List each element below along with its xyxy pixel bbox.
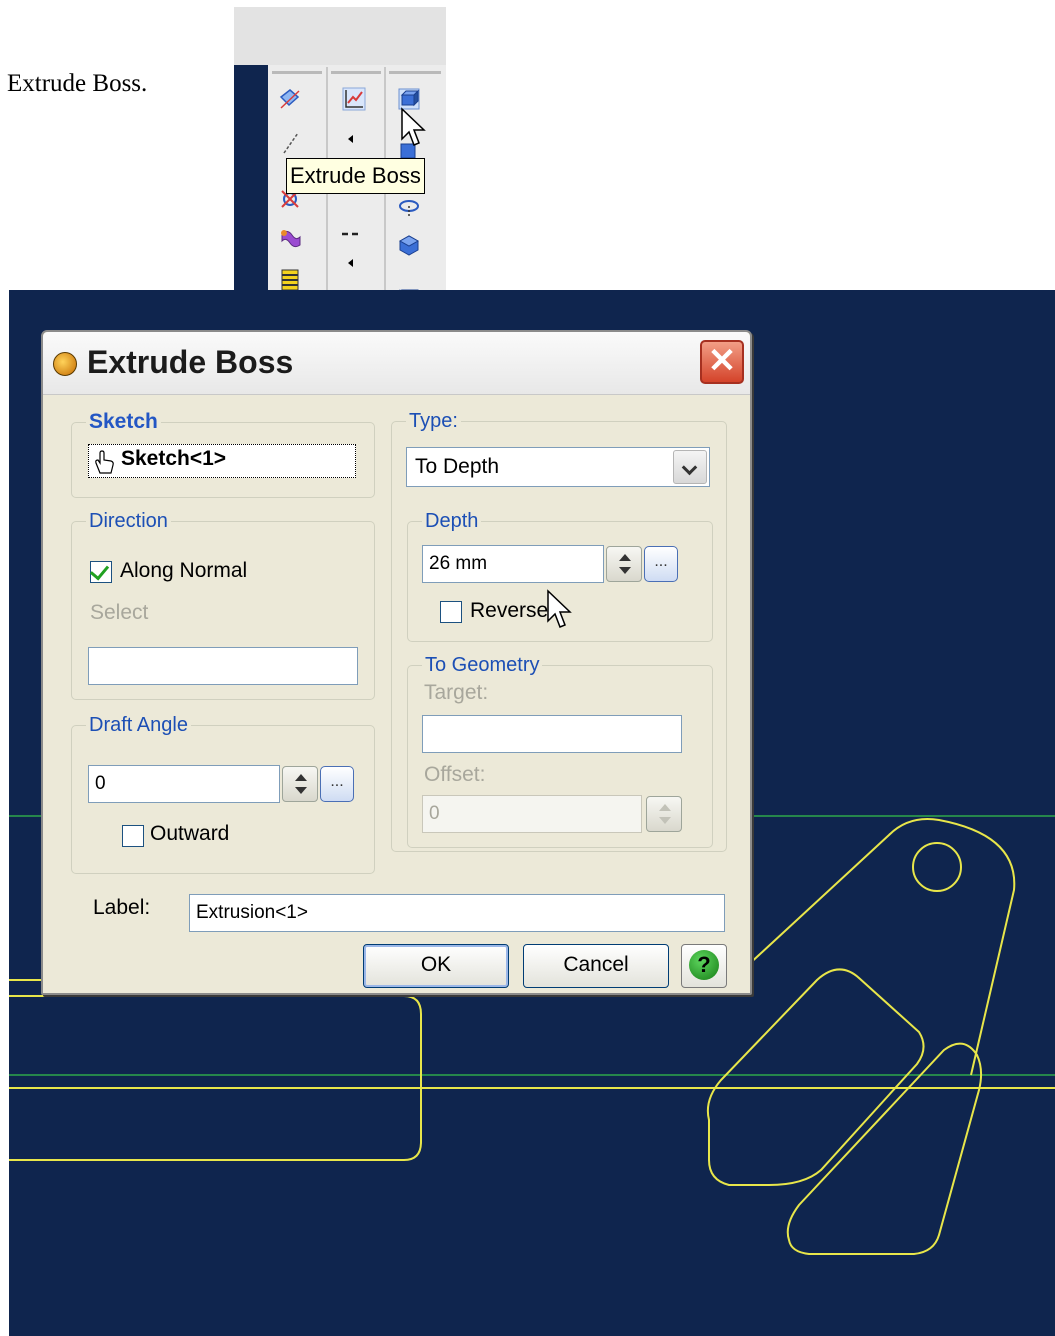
dialog-title: Extrude Boss — [87, 344, 294, 380]
to-geometry-legend: To Geometry — [425, 654, 540, 676]
reverse-label: Reverse — [470, 599, 549, 622]
chevron-down-icon[interactable] — [673, 450, 707, 484]
type-dropdown-value: To Depth — [415, 455, 500, 478]
sketch-pocket-upper — [706, 968, 925, 1186]
plane-icon[interactable] — [278, 87, 302, 111]
sketch-group: Sketch Sketch<1> — [71, 410, 375, 498]
offset-spinner[interactable] — [646, 796, 682, 832]
offset-label: Offset: — [424, 763, 486, 786]
along-normal-label: Along Normal — [120, 559, 248, 582]
sketch-icon[interactable] — [342, 87, 366, 111]
depth-browse-button[interactable]: ... — [644, 546, 678, 582]
toolbar-viewport-strip — [234, 65, 268, 313]
mouse-cursor-icon — [547, 589, 572, 628]
draft-angle-spinner[interactable] — [282, 766, 318, 802]
target-input[interactable] — [422, 715, 682, 753]
draft-angle-legend: Draft Angle — [89, 714, 188, 736]
sketch-hole — [912, 842, 962, 892]
help-button[interactable]: ? — [681, 944, 727, 988]
sketch-value: Sketch<1> — [121, 447, 227, 470]
type-dropdown[interactable]: To Depth — [406, 447, 710, 487]
select-input[interactable] — [88, 647, 358, 685]
cancel-button[interactable]: Cancel — [523, 944, 669, 988]
to-geometry-group: To Geometry Target: Offset: 0 — [407, 654, 713, 848]
along-normal-checkbox[interactable] — [89, 560, 112, 583]
expand-left-icon[interactable] — [348, 259, 353, 267]
sketch-legend: Sketch — [89, 410, 158, 433]
tooltip: Extrude Boss — [286, 158, 425, 194]
close-button[interactable]: ✕ — [700, 340, 744, 384]
toolbar-header — [234, 7, 446, 65]
dialog-titlebar[interactable]: Extrude Boss ✕ — [43, 332, 750, 395]
depth-group: Depth 26 mm ... Reverse — [407, 510, 713, 642]
extrude-app-icon — [53, 352, 77, 376]
expand-left-icon[interactable] — [348, 135, 353, 143]
outward-checkbox[interactable] — [122, 825, 144, 847]
close-icon: ✕ — [707, 342, 737, 380]
target-label: Target: — [424, 681, 489, 704]
outward-label: Outward — [150, 822, 230, 845]
offset-input[interactable]: 0 — [422, 795, 642, 833]
draft-angle-input[interactable]: 0 — [88, 765, 280, 803]
feature-toolbar: Extrude Boss — [234, 7, 446, 313]
reverse-checkbox[interactable] — [440, 601, 462, 623]
sketch-selection-field[interactable]: Sketch<1> — [88, 444, 356, 478]
toolbar-grip — [331, 71, 381, 74]
sweep-icon[interactable] — [278, 227, 302, 251]
direction-group: Direction Along Normal Select — [71, 510, 375, 700]
help-icon: ? — [689, 950, 719, 980]
mouse-cursor-icon — [401, 107, 426, 146]
draft-angle-group: Draft Angle 0 ... Outward — [71, 714, 375, 874]
ok-button[interactable]: OK — [363, 944, 509, 988]
depth-input[interactable]: 26 mm — [422, 545, 604, 583]
select-label: Select — [90, 601, 149, 624]
toolbar-grip — [389, 71, 441, 74]
depth-spinner[interactable] — [606, 546, 642, 582]
label-input[interactable]: Extrusion<1> — [189, 894, 725, 932]
label-caption: Label: — [93, 896, 151, 919]
caption-text: Extrude Boss. — [7, 70, 148, 97]
toolbar-grip — [272, 71, 322, 74]
revolve-icon[interactable] — [397, 196, 421, 220]
dashed-line-icon[interactable] — [340, 222, 364, 246]
sketch-slot — [9, 995, 422, 1161]
draft-angle-browse-button[interactable]: ... — [320, 766, 354, 802]
extrude-boss-dialog: Extrude Boss ✕ Sketch Sketch<1> Directio… — [41, 330, 752, 995]
direction-legend: Direction — [89, 510, 168, 532]
depth-legend: Depth — [425, 510, 479, 532]
type-legend: Type: — [409, 410, 458, 432]
loft-icon[interactable] — [397, 233, 421, 257]
axis-icon[interactable] — [278, 131, 302, 155]
hand-pointer-icon — [95, 450, 114, 474]
table-icon[interactable] — [278, 268, 302, 292]
